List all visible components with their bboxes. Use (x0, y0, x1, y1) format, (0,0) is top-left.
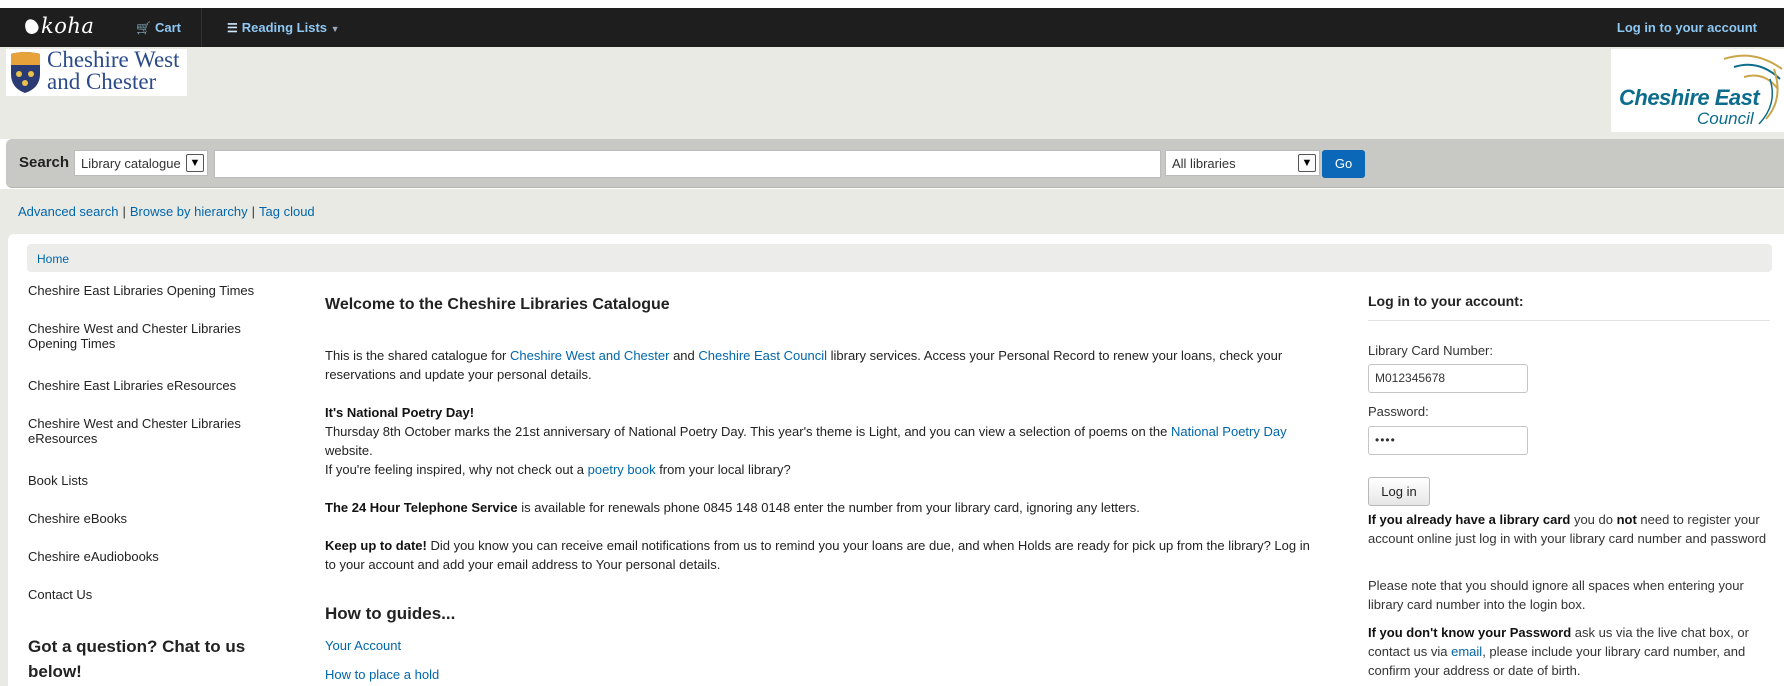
login-note-existing-card: If you already have a library card you d… (1368, 510, 1778, 548)
breadcrumb-home-link[interactable]: Home (37, 252, 69, 266)
login-note-password: If you don't know your Password ask us v… (1368, 623, 1778, 680)
advanced-search-link[interactable]: Advanced search (18, 204, 118, 219)
cheshire-east-logo[interactable]: Cheshire East Council (1611, 49, 1784, 132)
search-label: Search (19, 154, 70, 171)
link-separator: | (122, 204, 126, 219)
poetry-paragraph: It's National Poetry Day! Thursday 8th Oc… (325, 403, 1320, 479)
login-heading: Log in to your account: (1368, 293, 1524, 309)
chevron-down-icon: ▼ (1298, 154, 1316, 172)
cwac-link[interactable]: Cheshire West and Chester (510, 348, 669, 363)
keepup-paragraph: Keep up to date! Did you know you can re… (325, 536, 1320, 574)
cart-link[interactable]: 🛒 Cart (136, 20, 181, 35)
login-note-bold2: not (1616, 512, 1637, 527)
navbar-divider (201, 8, 202, 47)
poetry-text-a: Thursday 8th October marks the 21st anni… (325, 424, 1171, 439)
login-note-text-a: you do (1570, 512, 1617, 527)
ce-logo-line2: Council (1697, 109, 1754, 128)
card-number-label: Library Card Number: (1368, 343, 1493, 358)
intro-paragraph: This is the shared catalogue for Cheshir… (325, 346, 1320, 384)
top-navbar: koha 🛒 Cart ☰ Reading Lists ▼ Log in to yo… (0, 8, 1784, 47)
password-label: Password: (1368, 404, 1429, 419)
header-band (0, 47, 1784, 139)
library-select-value: All libraries (1172, 156, 1236, 171)
login-note-bold1: If you already have a library card (1368, 512, 1571, 527)
cheshire-west-logo-text: Cheshire West and Chester (47, 48, 180, 94)
intro-text-a: This is the shared catalogue for (325, 348, 510, 363)
search-scope-select[interactable]: Library catalogue ▼ (74, 150, 208, 176)
phone-text: is available for renewals phone 0845 148… (517, 500, 1140, 515)
cheshire-west-logo[interactable]: Cheshire West and Chester (6, 48, 187, 96)
search-input[interactable] (214, 150, 1161, 178)
koha-logo[interactable]: koha (22, 14, 95, 38)
login-note-spaces: Please note that you should ignore all s… (1368, 578, 1744, 612)
poetry-text-c: If you're feeling inspired, why not chec… (325, 462, 588, 477)
login-divider (1368, 320, 1770, 321)
ce-logo-line1: Cheshire East (1619, 85, 1760, 110)
koha-logo-text: koha (41, 14, 95, 38)
browse-hierarchy-link[interactable]: Browse by hierarchy (130, 204, 248, 219)
phone-paragraph: The 24 Hour Telephone Service is availab… (325, 498, 1320, 517)
chevron-down-icon: ▼ (186, 154, 204, 172)
keepup-bold: Keep up to date! (325, 538, 427, 553)
poetry-heading: It's National Poetry Day! (325, 405, 475, 420)
leftnav-item-book-lists[interactable]: Book Lists (28, 473, 268, 488)
leftnav-item-ce-opening-times[interactable]: Cheshire East Libraries Opening Times (28, 283, 268, 298)
poetry-text-d: from your local library? (655, 462, 791, 477)
email-link[interactable]: email (1451, 644, 1482, 659)
leftnav-item-eaudiobooks[interactable]: Cheshire eAudiobooks (28, 549, 268, 564)
cwac-logo-line2: and Chester (47, 69, 157, 94)
howto-link-place-hold[interactable]: How to place a hold (325, 667, 439, 682)
leftnav-item-ebooks[interactable]: Cheshire eBooks (28, 511, 268, 526)
password-field[interactable]: •••• (1368, 426, 1528, 455)
keepup-text: Did you know you can receive email notif… (325, 538, 1310, 572)
link-separator: | (251, 204, 256, 219)
leftnav-item-contact-us[interactable]: Contact Us (28, 587, 268, 602)
caret-down-icon: ▼ (330, 24, 340, 34)
login-note-password-bold: If you don't know your Password (1368, 625, 1572, 640)
howto-link-your-account[interactable]: Your Account (325, 638, 401, 653)
cart-icon: 🛒 (136, 21, 151, 35)
chat-heading: Got a question? Chat to us below! (28, 637, 246, 681)
card-number-field[interactable]: M012345678 (1368, 364, 1528, 393)
list-icon: ☰ (227, 21, 238, 35)
phone-bold: The 24 Hour Telephone Service (325, 500, 518, 515)
howto-heading: How to guides... (325, 604, 456, 623)
library-select[interactable]: All libraries ▼ (1165, 150, 1320, 176)
poetry-book-link[interactable]: poetry book (588, 462, 656, 477)
national-poetry-day-link[interactable]: National Poetry Day (1171, 424, 1287, 439)
reading-lists-dropdown[interactable]: ☰ Reading Lists ▼ (227, 20, 340, 35)
cheshire-west-crest-icon (11, 52, 40, 93)
go-button[interactable]: Go (1322, 150, 1365, 178)
leftnav-item-cwac-opening-times[interactable]: Cheshire West and Chester Libraries Open… (28, 321, 268, 351)
tag-cloud-link[interactable]: Tag cloud (259, 204, 315, 219)
page-title: Welcome to the Cheshire Libraries Catalo… (325, 296, 670, 313)
breadcrumb: Home (27, 244, 1772, 272)
reading-lists-label: Reading Lists (241, 20, 328, 35)
login-link[interactable]: Log in to your account (1617, 20, 1757, 35)
leftnav-item-ce-eresources[interactable]: Cheshire East Libraries eResources (28, 378, 268, 393)
login-button[interactable]: Log in (1368, 477, 1430, 506)
cec-link[interactable]: Cheshire East Council (698, 348, 827, 363)
leftnav-item-cwac-eresources[interactable]: Cheshire West and Chester Libraries eRes… (28, 416, 268, 446)
cart-label: Cart (154, 20, 181, 35)
intro-text-b: and (669, 348, 699, 363)
poetry-text-b: website. (325, 443, 373, 458)
more-search-links: Advanced search | Browse by hierarchy | Tag … (18, 204, 315, 219)
koha-drop-icon (22, 16, 41, 37)
search-scope-value: Library catalogue (81, 156, 181, 171)
